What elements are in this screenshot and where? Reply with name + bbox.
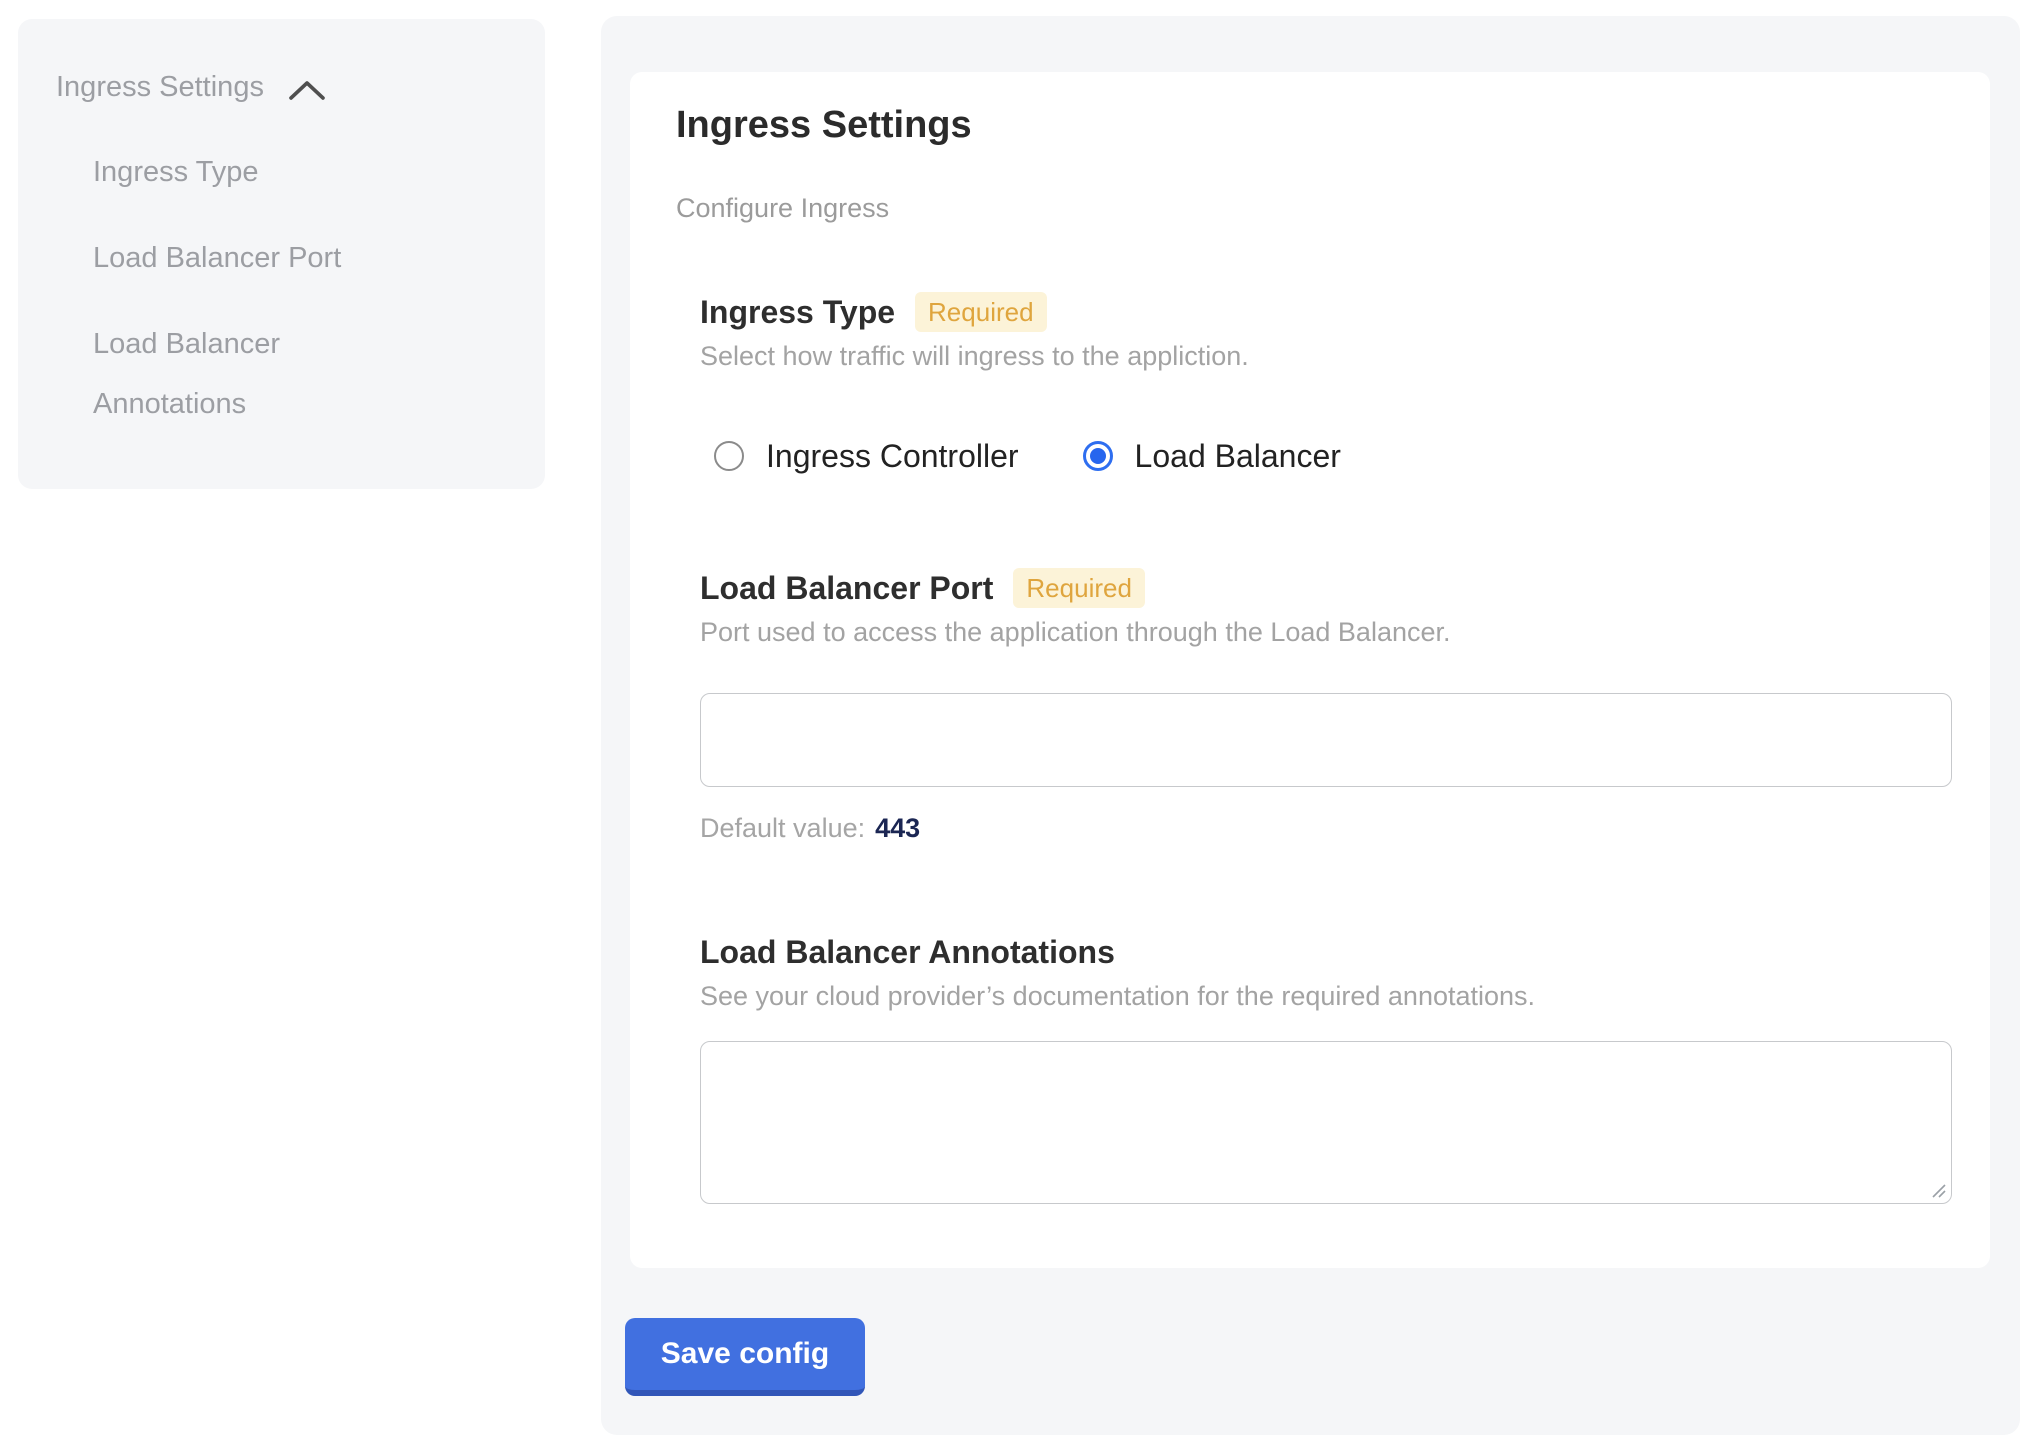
sidebar-group-ingress-settings[interactable]: Ingress Settings — [56, 69, 521, 105]
field-sections: Ingress Type Required Select how traffic… — [700, 291, 1952, 1204]
annotations-textarea-wrap — [700, 1041, 1952, 1204]
default-value-row: Default value: 443 — [700, 811, 1952, 845]
load-balancer-annotations-textarea[interactable] — [700, 1041, 1952, 1204]
page-title: Ingress Settings — [676, 102, 1952, 148]
field-load-balancer-annotations-head: Load Balancer Annotations — [700, 931, 1952, 973]
page-subtitle: Configure Ingress — [676, 192, 1952, 225]
radio-option-load-balancer[interactable]: Load Balancer — [1083, 435, 1341, 477]
field-label: Load Balancer Annotations — [700, 931, 1115, 973]
save-config-button[interactable]: Save config — [625, 1318, 865, 1396]
required-badge: Required — [915, 292, 1047, 332]
sidebar-item-list: Ingress Type Load Balancer Port Load Bal… — [56, 142, 521, 434]
ingress-settings-card: Ingress Settings Configure Ingress Ingre… — [630, 72, 1990, 1268]
resize-handle-icon[interactable] — [1929, 1181, 1947, 1199]
required-badge: Required — [1013, 568, 1145, 608]
default-value-label: Default value: — [700, 811, 865, 845]
field-load-balancer-annotations: Load Balancer Annotations See your cloud… — [700, 931, 1952, 1204]
radio-selected-icon[interactable] — [1083, 441, 1113, 471]
default-value: 443 — [875, 811, 920, 845]
radio-label-ingress-controller: Ingress Controller — [766, 435, 1019, 477]
radio-label-load-balancer: Load Balancer — [1135, 435, 1341, 477]
sidebar-item-load-balancer-annotations[interactable]: Load Balancer Annotations — [93, 314, 433, 434]
sidebar-group-label: Ingress Settings — [56, 69, 264, 105]
load-balancer-port-input[interactable] — [700, 693, 1952, 787]
field-label: Ingress Type — [700, 291, 895, 333]
sidebar-item-ingress-type[interactable]: Ingress Type — [93, 142, 433, 202]
config-nav-sidebar: Ingress Settings Ingress Type Load Balan… — [18, 19, 545, 489]
field-load-balancer-port: Load Balancer Port Required Port used to… — [700, 567, 1952, 845]
radio-unselected-icon[interactable] — [714, 441, 744, 471]
config-panel: Ingress Settings Configure Ingress Ingre… — [601, 16, 2020, 1435]
chevron-up-icon — [288, 78, 326, 102]
ingress-type-radio-group: Ingress Controller Load Balancer — [714, 435, 1952, 477]
field-ingress-type-head: Ingress Type Required — [700, 291, 1952, 333]
radio-option-ingress-controller[interactable]: Ingress Controller — [714, 435, 1019, 477]
field-description: Port used to access the application thro… — [700, 615, 1952, 649]
field-load-balancer-port-head: Load Balancer Port Required — [700, 567, 1952, 609]
field-description: Select how traffic will ingress to the a… — [700, 339, 1952, 373]
field-description: See your cloud provider’s documentation … — [700, 979, 1952, 1013]
field-ingress-type: Ingress Type Required Select how traffic… — [700, 291, 1952, 477]
sidebar-item-load-balancer-port[interactable]: Load Balancer Port — [93, 228, 433, 288]
field-label: Load Balancer Port — [700, 567, 993, 609]
